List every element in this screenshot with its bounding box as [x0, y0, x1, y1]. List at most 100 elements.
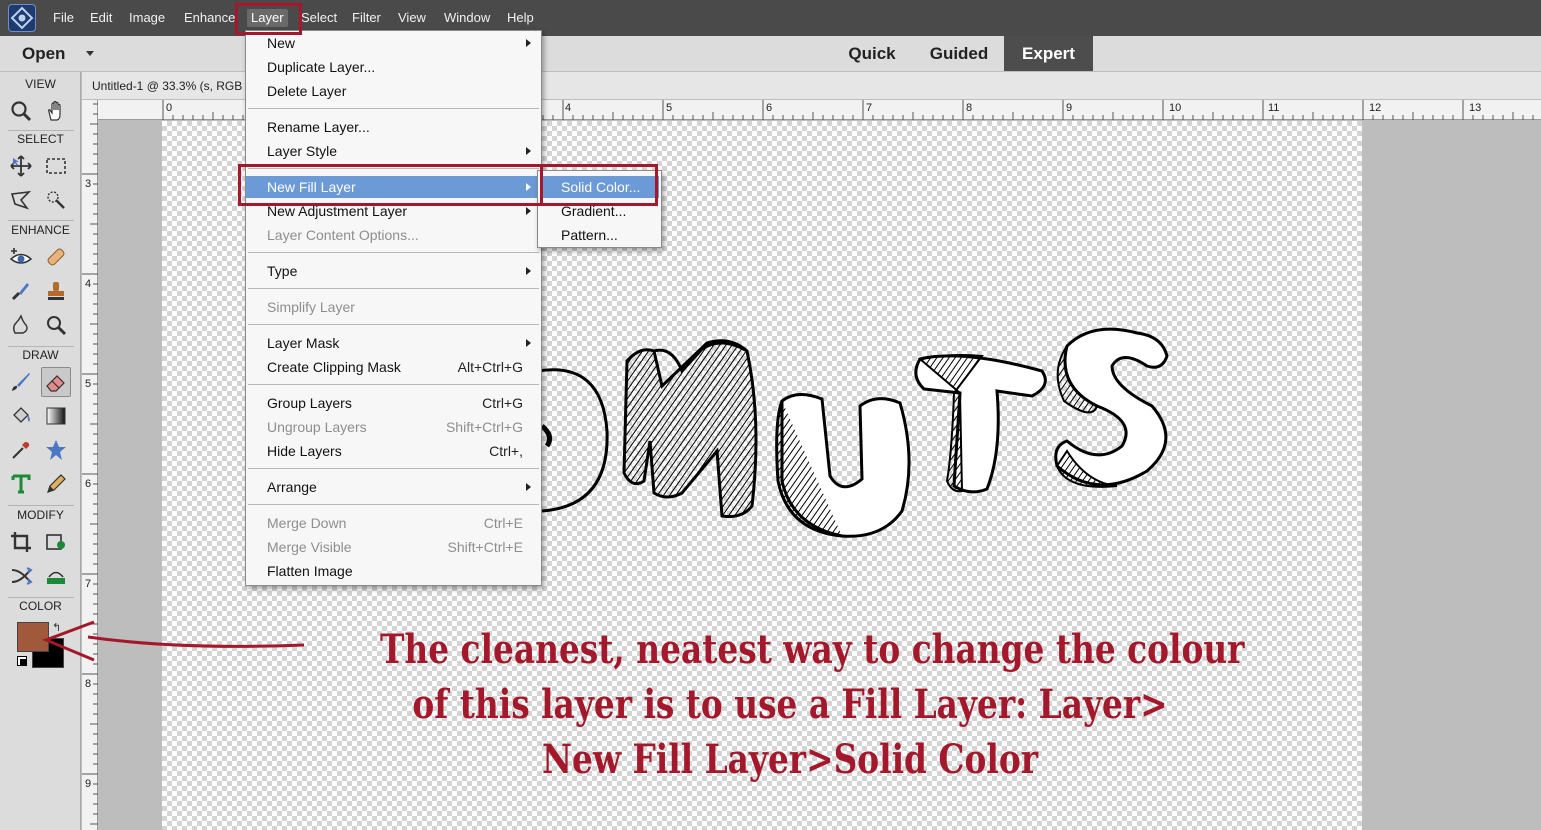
- menu-item-new[interactable]: New: [246, 32, 541, 54]
- menu-item-solid-color[interactable]: Solid Color...: [540, 176, 659, 198]
- toolbox-divider: [8, 505, 74, 506]
- toolbox: VIEW SELECT ENHANCE DRAW MODIFY COLOR ↰: [0, 72, 81, 830]
- content-aware-move-tool-icon[interactable]: [6, 561, 36, 591]
- move-tool-icon[interactable]: [6, 151, 36, 181]
- clone-stamp-tool-icon[interactable]: [41, 276, 71, 306]
- crop-tool-icon[interactable]: [6, 527, 36, 557]
- menu-item-type[interactable]: Type: [246, 260, 541, 282]
- toolbox-divider: [8, 220, 74, 221]
- straighten-tool-icon[interactable]: [41, 561, 71, 591]
- new-fill-layer-submenu: Solid Color... Gradient... Pattern...: [537, 170, 662, 248]
- menu-layer[interactable]: Layer: [247, 9, 288, 27]
- swap-colors-icon[interactable]: ↰: [52, 621, 61, 634]
- menu-item-flatten-image[interactable]: Flatten Image: [246, 560, 541, 582]
- menu-item-merge-down[interactable]: Merge Down Ctrl+E: [246, 512, 541, 534]
- toolbox-divider: [8, 597, 74, 598]
- custom-shape-tool-icon[interactable]: [41, 435, 71, 465]
- menu-item-create-clipping-mask[interactable]: Create Clipping Mask Alt+Ctrl+G: [246, 356, 541, 378]
- menu-item-label: Merge Visible: [267, 539, 352, 555]
- menu-help[interactable]: Help: [503, 9, 538, 27]
- menu-item-rename-layer[interactable]: Rename Layer...: [246, 116, 541, 138]
- menu-item-new-adjustment-layer[interactable]: New Adjustment Layer: [246, 200, 541, 222]
- tab-expert[interactable]: Expert: [1004, 36, 1093, 71]
- h-ruler-label: 11: [1268, 102, 1280, 114]
- menu-item-label: Solid Color...: [561, 179, 641, 195]
- menu-item-label: Duplicate Layer...: [267, 59, 376, 75]
- annotation-caption: The cleanest, neatest way to change the …: [380, 622, 1244, 787]
- menu-enhance[interactable]: Enhance: [180, 9, 239, 27]
- menu-item-layer-mask[interactable]: Layer Mask: [246, 332, 541, 354]
- open-dropdown-arrow-icon[interactable]: [86, 51, 94, 56]
- open-button[interactable]: Open: [22, 44, 65, 64]
- menu-window[interactable]: Window: [440, 9, 494, 27]
- menu-image[interactable]: Image: [125, 9, 169, 27]
- menu-item-layer-content-options[interactable]: Layer Content Options...: [246, 224, 541, 246]
- h-ruler-label: 12: [1369, 102, 1382, 114]
- menu-item-shortcut: Shift+Ctrl+E: [447, 539, 523, 555]
- submenu-arrow-icon: [526, 39, 531, 47]
- menu-item-shortcut: Ctrl+E: [483, 515, 523, 531]
- menu-item-delete-layer[interactable]: Delete Layer: [246, 80, 541, 102]
- gradient-tool-icon[interactable]: [41, 401, 71, 431]
- foreground-color-swatch[interactable]: [17, 622, 49, 652]
- menu-item-ungroup-layers[interactable]: Ungroup Layers Shift+Ctrl+G: [246, 416, 541, 438]
- menu-filter[interactable]: Filter: [348, 9, 385, 27]
- layer-menu-dropdown: New Duplicate Layer... Delete Layer Rename …: [245, 30, 542, 586]
- marquee-tool-icon[interactable]: [41, 151, 71, 181]
- menu-separator: [248, 384, 539, 385]
- zoom-tool-icon[interactable]: [6, 96, 36, 126]
- recompose-tool-icon[interactable]: [41, 527, 71, 557]
- caption-line: New Fill Layer>Solid Color: [541, 736, 1039, 783]
- menu-item-label: Type: [267, 263, 298, 279]
- menu-item-group-layers[interactable]: Group Layers Ctrl+G: [246, 392, 541, 414]
- menu-item-gradient[interactable]: Gradient...: [540, 200, 659, 222]
- lasso-tool-icon[interactable]: [6, 185, 36, 215]
- menu-item-label: Layer Content Options...: [267, 227, 419, 243]
- v-ruler-label: 3: [85, 178, 92, 190]
- quick-selection-tool-icon[interactable]: [41, 185, 71, 215]
- app-logo-icon[interactable]: [8, 4, 36, 32]
- menu-item-arrange[interactable]: Arrange: [246, 476, 541, 498]
- toolbox-divider: [8, 346, 74, 347]
- menu-item-label: Layer Mask: [267, 335, 340, 351]
- hand-tool-icon[interactable]: [41, 96, 71, 126]
- h-ruler-label: 8: [966, 102, 973, 114]
- toolbox-divider: [8, 130, 74, 131]
- menu-view[interactable]: View: [394, 9, 430, 27]
- document-tab-label: Untitled-1 @ 33.3% (s, RGB: [92, 79, 243, 93]
- paint-bucket-tool-icon[interactable]: [6, 401, 36, 431]
- menu-item-label: Arrange: [267, 479, 317, 495]
- menu-item-simplify-layer[interactable]: Simplify Layer: [246, 296, 541, 318]
- menu-item-shortcut: Alt+Ctrl+G: [457, 359, 523, 375]
- brush-tool-icon[interactable]: [6, 367, 36, 397]
- eyedropper-tool-icon[interactable]: [6, 435, 36, 465]
- type-tool-icon[interactable]: [6, 469, 36, 499]
- menu-item-duplicate-layer[interactable]: Duplicate Layer...: [246, 56, 541, 78]
- smart-brush-tool-icon[interactable]: [6, 276, 36, 306]
- menu-item-new-fill-layer[interactable]: New Fill Layer: [246, 176, 541, 198]
- menu-separator: [248, 504, 539, 505]
- tab-guided[interactable]: Guided: [916, 36, 1002, 71]
- menu-file[interactable]: File: [49, 9, 78, 27]
- menu-item-label: New Fill Layer: [267, 179, 356, 195]
- eraser-tool-icon[interactable]: [41, 367, 71, 397]
- tab-quick[interactable]: Quick: [833, 36, 911, 71]
- spot-healing-tool-icon[interactable]: [41, 242, 71, 272]
- red-eye-tool-icon[interactable]: [6, 242, 36, 272]
- pencil-tool-icon[interactable]: [41, 469, 71, 499]
- menu-separator: [248, 108, 539, 109]
- menu-item-layer-style[interactable]: Layer Style: [246, 140, 541, 162]
- menu-item-hide-layers[interactable]: Hide Layers Ctrl+,: [246, 440, 541, 462]
- menu-item-label: Pattern...: [561, 227, 618, 243]
- section-modify-label: MODIFY: [17, 508, 64, 522]
- menu-edit[interactable]: Edit: [86, 9, 116, 27]
- menu-item-label: Hide Layers: [267, 443, 342, 459]
- zoom-enhance-tool-icon[interactable]: [41, 310, 71, 340]
- menu-select[interactable]: Select: [297, 9, 341, 27]
- menu-item-pattern[interactable]: Pattern...: [540, 224, 659, 246]
- menu-separator: [248, 468, 539, 469]
- menu-item-merge-visible[interactable]: Merge Visible Shift+Ctrl+E: [246, 536, 541, 558]
- menu-item-label: New Adjustment Layer: [267, 203, 408, 219]
- menu-item-label: Simplify Layer: [267, 299, 355, 315]
- sponge-tool-icon[interactable]: [6, 310, 36, 340]
